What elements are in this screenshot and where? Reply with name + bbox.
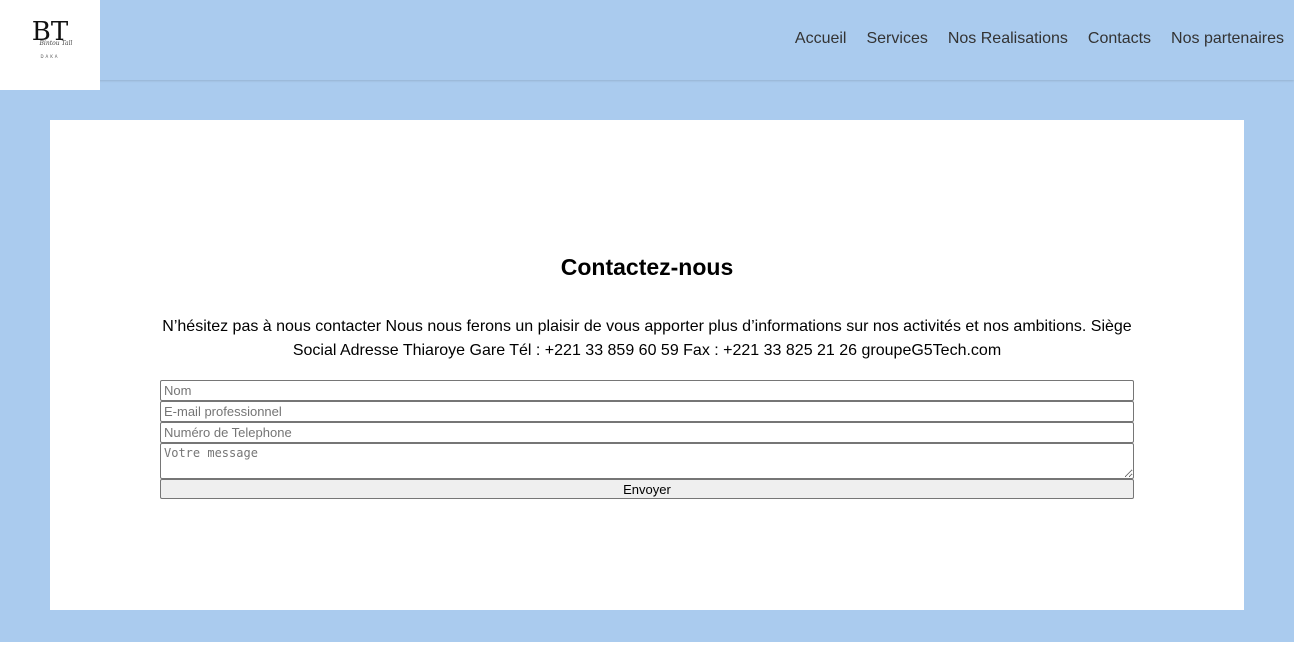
email-input[interactable] [160, 401, 1134, 422]
main-nav: Accueil Services Nos Realisations Contac… [775, 29, 1284, 49]
logo[interactable]: BT Bintou Tall DAKA [0, 0, 100, 90]
nav-item-realisations[interactable]: Nos Realisations [948, 29, 1068, 49]
page: Accueil Services Nos Realisations Contac… [0, 0, 1294, 642]
nav-item-contacts[interactable]: Contacts [1088, 29, 1151, 49]
message-textarea[interactable] [160, 443, 1134, 479]
phone-input[interactable] [160, 422, 1134, 443]
contact-description: N’hésitez pas à nous contacter Nous nous… [162, 318, 1132, 359]
site-header: Accueil Services Nos Realisations Contac… [0, 0, 1294, 80]
contact-card: Contactez-nous N’hésitez pas à nous cont… [50, 120, 1244, 610]
send-button[interactable]: Envoyer [160, 479, 1134, 499]
name-input[interactable] [160, 380, 1134, 401]
nav-item-partenaires[interactable]: Nos partenaires [1171, 29, 1284, 49]
page-title: Contactez-nous [560, 254, 734, 280]
logo-mark-icon: BT Bintou Tall DAKA [32, 18, 73, 59]
logo-tagline: DAKA [40, 54, 59, 59]
nav-item-accueil[interactable]: Accueil [795, 29, 847, 49]
contact-form: Envoyer [160, 380, 1134, 499]
logo-script: Bintou Tall [39, 40, 73, 47]
nav-item-services[interactable]: Services [866, 29, 927, 49]
